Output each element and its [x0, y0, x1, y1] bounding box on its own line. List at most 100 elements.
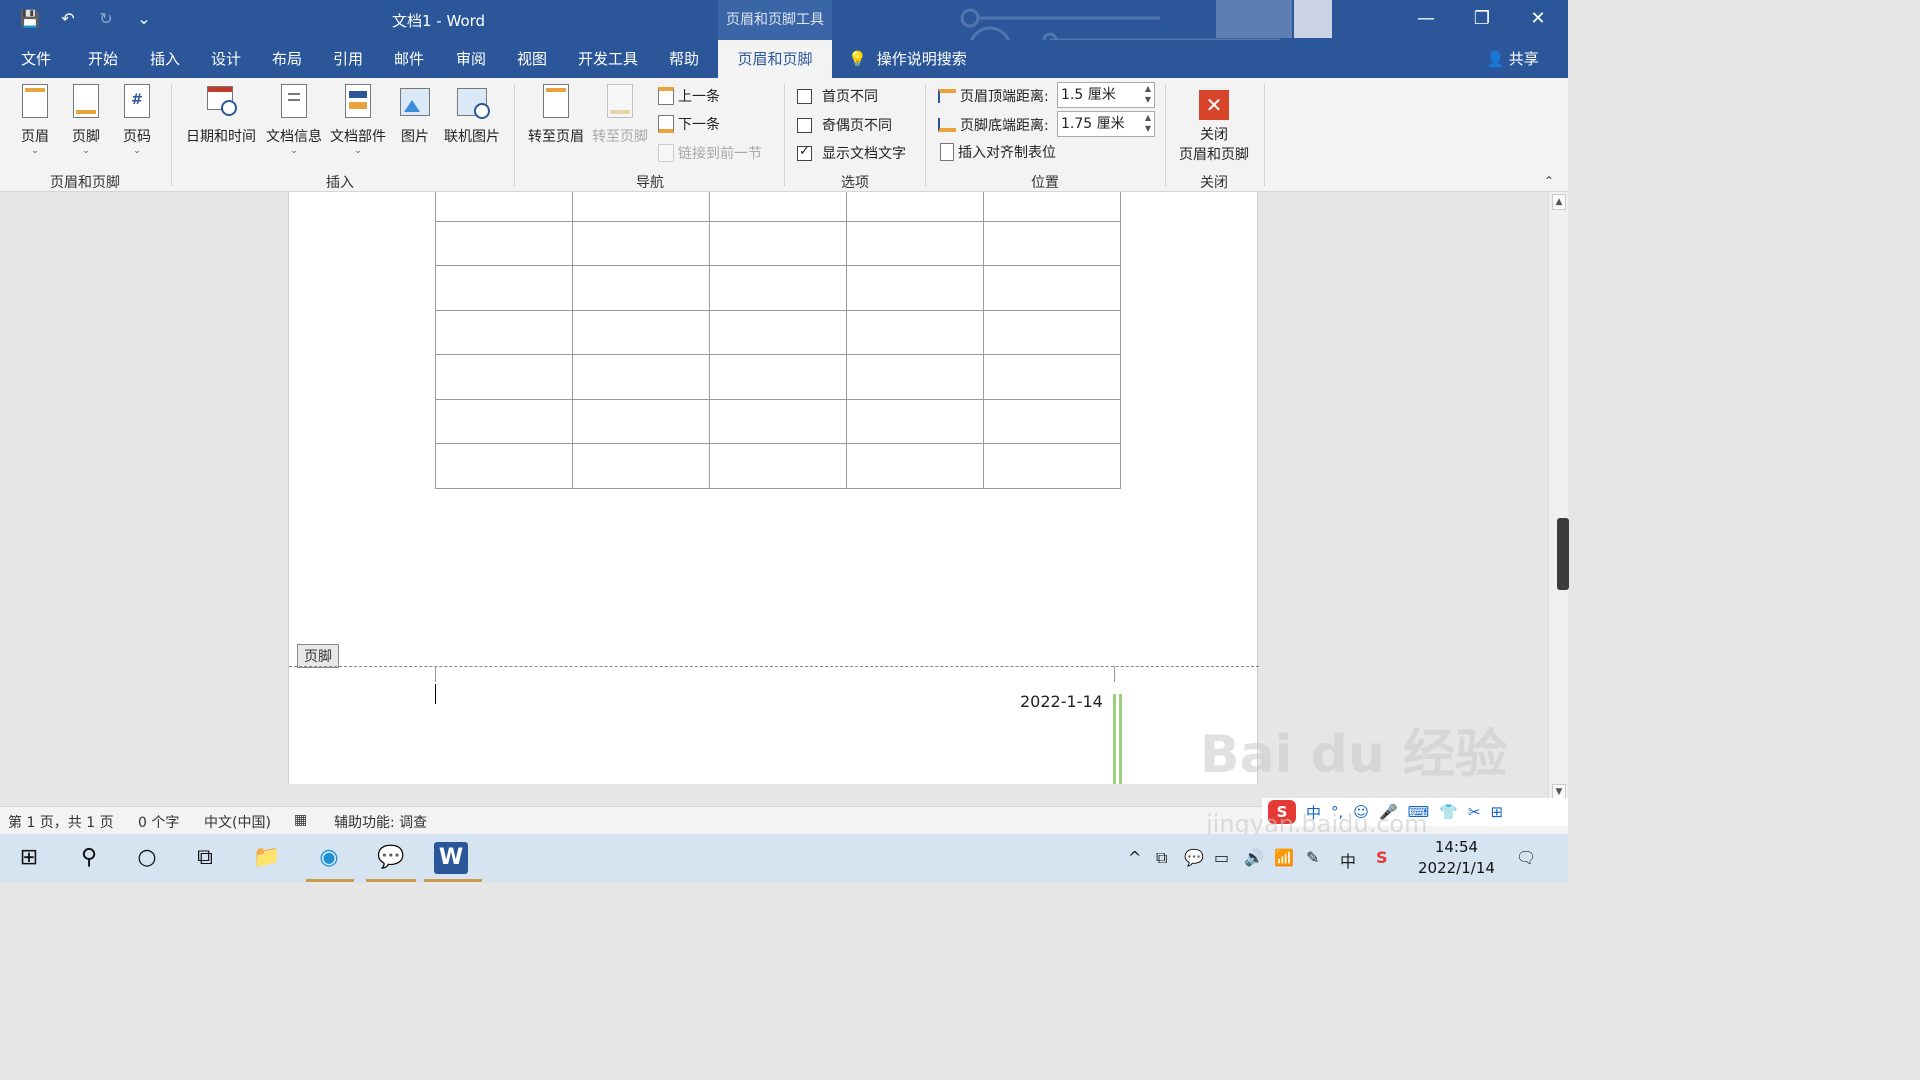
tab-help[interactable]: 帮助: [655, 40, 713, 78]
table-cell[interactable]: [709, 398, 847, 444]
table-cell[interactable]: [846, 220, 984, 266]
document-page[interactable]: 页脚 2022-1-14: [288, 192, 1259, 784]
language-status[interactable]: 中文(中国): [204, 812, 271, 832]
search-icon[interactable]: ⚲: [72, 842, 106, 874]
minimize-button[interactable]: —: [1398, 0, 1454, 40]
ime-scissors-icon[interactable]: ✂: [1468, 803, 1481, 821]
table-cell[interactable]: [846, 398, 984, 444]
accessibility-status[interactable]: 辅助功能: 调查: [334, 812, 427, 832]
table-cell[interactable]: [435, 354, 573, 400]
system-clock[interactable]: 14:54 2022/1/14: [1418, 837, 1495, 879]
footer-bottom-distance-input[interactable]: 1.75 厘米 ▲ ▼: [1057, 111, 1155, 137]
tray-app-icon[interactable]: ⧉: [1156, 848, 1167, 868]
tab-file[interactable]: 文件: [8, 40, 64, 78]
ime-menu-icon[interactable]: ⊞: [1491, 803, 1504, 821]
table-cell[interactable]: [983, 309, 1121, 355]
collapse-ribbon-icon[interactable]: ⌃: [1544, 174, 1554, 188]
word-app-icon[interactable]: W: [434, 842, 468, 874]
page-number-button[interactable]: # 页码 ⌄: [116, 84, 158, 156]
table-cell[interactable]: [709, 309, 847, 355]
checkbox-unchecked[interactable]: [797, 117, 812, 133]
network-icon[interactable]: 📶: [1274, 848, 1294, 867]
task-view-icon[interactable]: ⧉: [188, 842, 222, 874]
table-cell[interactable]: [983, 398, 1121, 444]
insert-alignment-tab-button[interactable]: 插入对齐制表位: [940, 140, 1056, 164]
table-cell[interactable]: [435, 220, 573, 266]
different-odd-even-checkbox[interactable]: 奇偶页不同: [797, 113, 892, 137]
word-count-status[interactable]: 0 个字: [138, 812, 179, 832]
table-cell[interactable]: [435, 192, 573, 222]
table-cell[interactable]: [846, 192, 984, 222]
notification-center-icon[interactable]: 🗨: [1516, 848, 1536, 867]
table-cell[interactable]: [983, 220, 1121, 266]
table-cell[interactable]: [983, 265, 1121, 311]
tray-overflow-icon[interactable]: ^: [1128, 848, 1141, 867]
undo-icon[interactable]: ↶: [56, 7, 80, 31]
table-cell[interactable]: [435, 309, 573, 355]
tab-layout[interactable]: 布局: [258, 40, 316, 78]
table-cell[interactable]: [846, 309, 984, 355]
page-count-status[interactable]: 第 1 页，共 1 页: [8, 812, 114, 832]
different-first-page-checkbox[interactable]: 首页不同: [797, 84, 878, 108]
table-cell[interactable]: [572, 265, 710, 311]
spinner-arrows-icon[interactable]: ▲ ▼: [1145, 112, 1151, 134]
volume-icon[interactable]: 🔊: [1244, 848, 1264, 867]
table-cell[interactable]: [709, 354, 847, 400]
picture-button[interactable]: 图片: [394, 84, 436, 146]
scroll-up-button[interactable]: ▲: [1552, 194, 1566, 210]
footer-button[interactable]: 页脚 ⌄: [65, 84, 107, 156]
table-cell[interactable]: [572, 354, 710, 400]
table-cell[interactable]: [709, 265, 847, 311]
tab-mailings[interactable]: 邮件: [380, 40, 438, 78]
checkbox-unchecked[interactable]: [797, 88, 812, 104]
table-cell[interactable]: [846, 443, 984, 489]
table-cell[interactable]: [846, 354, 984, 400]
document-parts-button[interactable]: 文档部件 ⌄: [326, 84, 390, 156]
tab-header-footer[interactable]: 页眉和页脚: [718, 40, 832, 78]
previous-button[interactable]: 上一条: [658, 84, 720, 108]
scrollbar-thumb[interactable]: [1557, 518, 1569, 590]
pen-icon[interactable]: ✎: [1306, 848, 1319, 867]
table-cell[interactable]: [709, 192, 847, 222]
date-time-button[interactable]: 日期和时间: [182, 84, 260, 146]
table-cell[interactable]: [435, 398, 573, 444]
table-cell[interactable]: [983, 443, 1121, 489]
start-windows-icon[interactable]: ⊞: [12, 842, 46, 874]
track-changes-icon[interactable]: ▦: [294, 812, 307, 828]
tab-developer[interactable]: 开发工具: [570, 40, 646, 78]
table-cell[interactable]: [435, 443, 573, 489]
show-document-text-checkbox[interactable]: 显示文档文字: [797, 141, 906, 165]
online-picture-button[interactable]: 联机图片: [440, 84, 504, 146]
table-cell[interactable]: [983, 192, 1121, 222]
tab-home[interactable]: 开始: [74, 40, 132, 78]
tab-review[interactable]: 审阅: [442, 40, 500, 78]
table-cell[interactable]: [709, 443, 847, 489]
table-cell[interactable]: [846, 265, 984, 311]
document-info-button[interactable]: 文档信息 ⌄: [261, 84, 327, 156]
spinner-arrows-icon[interactable]: ▲ ▼: [1145, 83, 1151, 105]
tell-me-search[interactable]: 💡 操作说明搜索: [848, 40, 967, 78]
file-explorer-icon[interactable]: 📁: [250, 842, 284, 874]
checkbox-checked[interactable]: [797, 144, 812, 161]
next-button[interactable]: 下一条: [658, 112, 720, 136]
vertical-scrollbar[interactable]: ▲ ▼: [1548, 192, 1569, 806]
table-cell[interactable]: [709, 220, 847, 266]
table-cell[interactable]: [572, 220, 710, 266]
ime-indicator-icon[interactable]: 中: [1340, 848, 1356, 872]
table-cell[interactable]: [572, 192, 710, 222]
table-cell[interactable]: [435, 265, 573, 311]
share-button[interactable]: 👤 共享: [1486, 40, 1539, 78]
table-cell[interactable]: [572, 398, 710, 444]
redo-icon[interactable]: ↻: [94, 7, 118, 31]
link-to-previous-button[interactable]: 链接到前一节: [658, 141, 762, 165]
edge-browser-icon[interactable]: ◉: [312, 842, 346, 874]
document-table[interactable]: [435, 192, 1121, 489]
close-header-footer-button[interactable]: ✕ 关闭 页眉和页脚: [1174, 84, 1254, 164]
restore-button[interactable]: ❐: [1454, 0, 1510, 40]
tab-insert[interactable]: 插入: [136, 40, 194, 78]
table-cell[interactable]: [572, 443, 710, 489]
footer-date-text[interactable]: 2022-1-14: [1020, 692, 1103, 711]
goto-header-button[interactable]: 转至页眉: [524, 84, 588, 146]
table-cell[interactable]: [983, 354, 1121, 400]
battery-icon[interactable]: ▭: [1214, 848, 1229, 867]
